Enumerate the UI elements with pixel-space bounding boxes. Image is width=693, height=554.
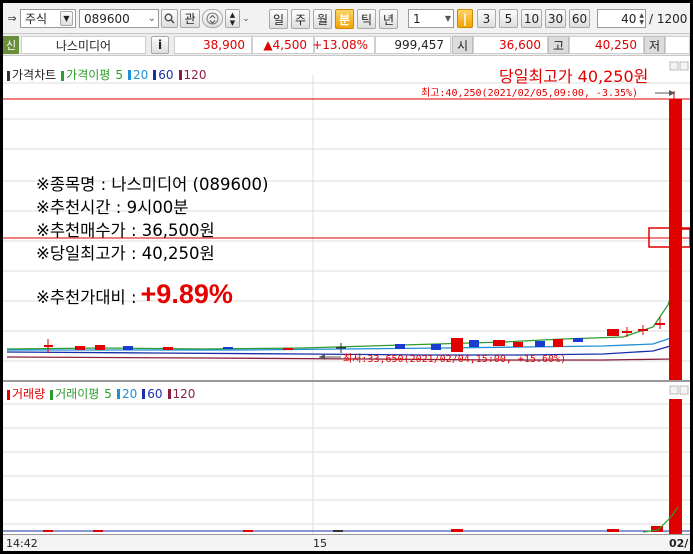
link-arrow-icon[interactable]: ⇒: [5, 10, 19, 26]
low-annotation: 최저:33,650(2021/02/04,15:00, +15.60%): [343, 354, 567, 365]
trade-volume: 999,457: [375, 36, 451, 54]
dropdown-arrow-icon-2[interactable]: ▼: [445, 14, 451, 23]
chevron-down-icon-2[interactable]: ⌄: [241, 11, 251, 27]
spin-updown-icon[interactable]: ▲ ▼: [225, 9, 240, 28]
related-button[interactable]: 관: [180, 9, 200, 28]
current-price: 38,900: [174, 36, 252, 54]
overlay-rec-time: ※추천시간 : 9시00분: [36, 198, 189, 217]
volume-bars: [43, 399, 682, 534]
ma20-label: 20: [132, 67, 149, 82]
vol-ma120-item[interactable]: 120: [167, 386, 196, 401]
ma20-icon: [127, 70, 131, 80]
x-axis: 14:42 15 02/: [3, 534, 690, 551]
market-type-value: 주식: [25, 12, 48, 26]
overlay-rec-price: ※추천매수가 : 36,500원: [36, 221, 215, 240]
ma60-item[interactable]: 60: [153, 67, 174, 82]
open-label: 시: [452, 36, 473, 54]
volume-series-icon: [7, 389, 10, 400]
vol-ma60-icon: [142, 389, 146, 399]
credit-tag: 신: [3, 36, 19, 54]
change-rate: +13.08%: [312, 36, 375, 54]
volume-legend: 거래량 거래이평 5 20 60 120: [7, 385, 195, 402]
price-series-icon: [7, 70, 10, 81]
vol-ma20-item[interactable]: 20: [116, 386, 138, 401]
minute-toggle-icon[interactable]: |: [457, 9, 473, 28]
volume-legend-item[interactable]: 거래량: [7, 385, 45, 402]
overlay-ratio-label: ※추천가대비 :: [36, 288, 137, 307]
ma20-item[interactable]: 20: [127, 67, 149, 82]
price-pane: 가격차트 가격이평 5 20 60 120 당일최고가 40,250원 최고:4…: [3, 57, 690, 380]
ma60-icon: [153, 70, 157, 80]
overlay-stock-name: ※종목명 : 나스미디어 (089600): [36, 175, 269, 194]
minute-30-button[interactable]: 30: [545, 9, 566, 28]
volume-legend-label: 거래량: [12, 387, 46, 401]
period-year[interactable]: 년: [379, 9, 398, 29]
count-stepper[interactable]: 40 ▲ ▼: [597, 9, 646, 28]
vol-ma20-label: 20: [121, 386, 138, 401]
minute-5-button[interactable]: 5: [499, 9, 518, 28]
x-tick-mid: 15: [313, 537, 327, 550]
favorite-icon[interactable]: [202, 9, 223, 28]
high-annotation: 최고:40,250(2021/02/05,09:00, -3.35%): [421, 88, 639, 99]
ma120-item[interactable]: 120: [178, 67, 207, 82]
vol-ma20-icon: [116, 389, 120, 399]
toolbar: ⇒ 주식 ▼ 089600 ⌄ 관 ▲ ▼ ⌄ 일 주 월 분 틱 년 1 ▼ |…: [3, 3, 690, 34]
stock-code-input[interactable]: 089600 ⌄: [79, 9, 159, 28]
vol-ma120-icon: [167, 389, 171, 399]
x-tick-end: 02/: [669, 537, 689, 550]
high-label: 고: [548, 36, 569, 54]
price-legend-label: 가격차트: [12, 68, 57, 82]
ma5-label[interactable]: 5: [115, 68, 123, 82]
period-tick[interactable]: 틱: [357, 9, 376, 29]
open-value: 36,600: [473, 36, 548, 54]
low-label: 저: [644, 36, 665, 54]
overlay-ratio-row: ※추천가대비 : +9.89%: [36, 279, 233, 310]
max-count-label: / 1200: [649, 11, 688, 26]
ma120-label: 120: [183, 67, 207, 82]
ma-legend-item[interactable]: 가격이평: [61, 66, 110, 83]
minute-60-button[interactable]: 60: [569, 9, 590, 28]
minute-10-button[interactable]: 10: [521, 9, 542, 28]
overlay-day-high: ※당일최고가 : 40,250원: [36, 244, 215, 263]
quote-info-row: 신 나스미디어 i 38,900 ▲4,500 +13.08% 999,457 …: [3, 34, 690, 56]
stock-name: 나스미디어: [21, 36, 146, 54]
stock-code-value: 089600: [84, 11, 130, 26]
vol-ma60-item[interactable]: 60: [142, 386, 163, 401]
volume-chart-svg: [3, 382, 690, 534]
period-week[interactable]: 주: [291, 9, 310, 29]
ma60-label: 60: [158, 67, 174, 82]
price-change: ▲4,500: [252, 36, 314, 54]
count-value: 40: [621, 11, 637, 26]
unit-select[interactable]: 1 ▼: [408, 9, 454, 28]
period-day[interactable]: 일: [269, 9, 288, 29]
vol-ma-legend-item[interactable]: 거래이평: [50, 385, 99, 402]
ma-legend-label: 가격이평: [66, 68, 111, 82]
x-tick-start: 14:42: [6, 537, 38, 550]
period-month[interactable]: 월: [313, 9, 332, 29]
low-value: [665, 36, 690, 54]
period-minute[interactable]: 분: [335, 9, 354, 29]
price-legend: 가격차트 가격이평 5 20 60 120: [7, 66, 206, 83]
info-button[interactable]: i: [151, 36, 169, 54]
market-type-select[interactable]: 주식 ▼: [20, 9, 76, 28]
high-value: 40,250: [569, 36, 644, 54]
vol-ma-icon: [50, 389, 54, 400]
dropdown-arrow-icon[interactable]: ▼: [60, 11, 73, 26]
unit-value: 1: [413, 11, 421, 26]
price-legend-item[interactable]: 가격차트: [7, 66, 56, 83]
vol-ma60-label: 60: [147, 386, 163, 401]
minute-3-button[interactable]: 3: [477, 9, 496, 28]
vol-ma-legend-label: 거래이평: [55, 387, 100, 401]
search-icon[interactable]: [161, 9, 178, 28]
chart-window: ⇒ 주식 ▼ 089600 ⌄ 관 ▲ ▼ ⌄ 일 주 월 분 틱 년 1 ▼ |…: [3, 3, 690, 551]
chevron-down-icon[interactable]: ⌄: [148, 13, 156, 24]
volume-pane: 거래량 거래이평 5 20 60 120: [3, 382, 690, 534]
ma120-icon: [178, 70, 182, 80]
overlay-ratio-value: +9.89%: [140, 279, 233, 309]
vol-ma120-label: 120: [172, 386, 196, 401]
ma-series-icon: [61, 70, 65, 81]
vol-ma5-label[interactable]: 5: [104, 387, 112, 401]
spin-updown-icon-2[interactable]: ▲ ▼: [639, 12, 644, 26]
